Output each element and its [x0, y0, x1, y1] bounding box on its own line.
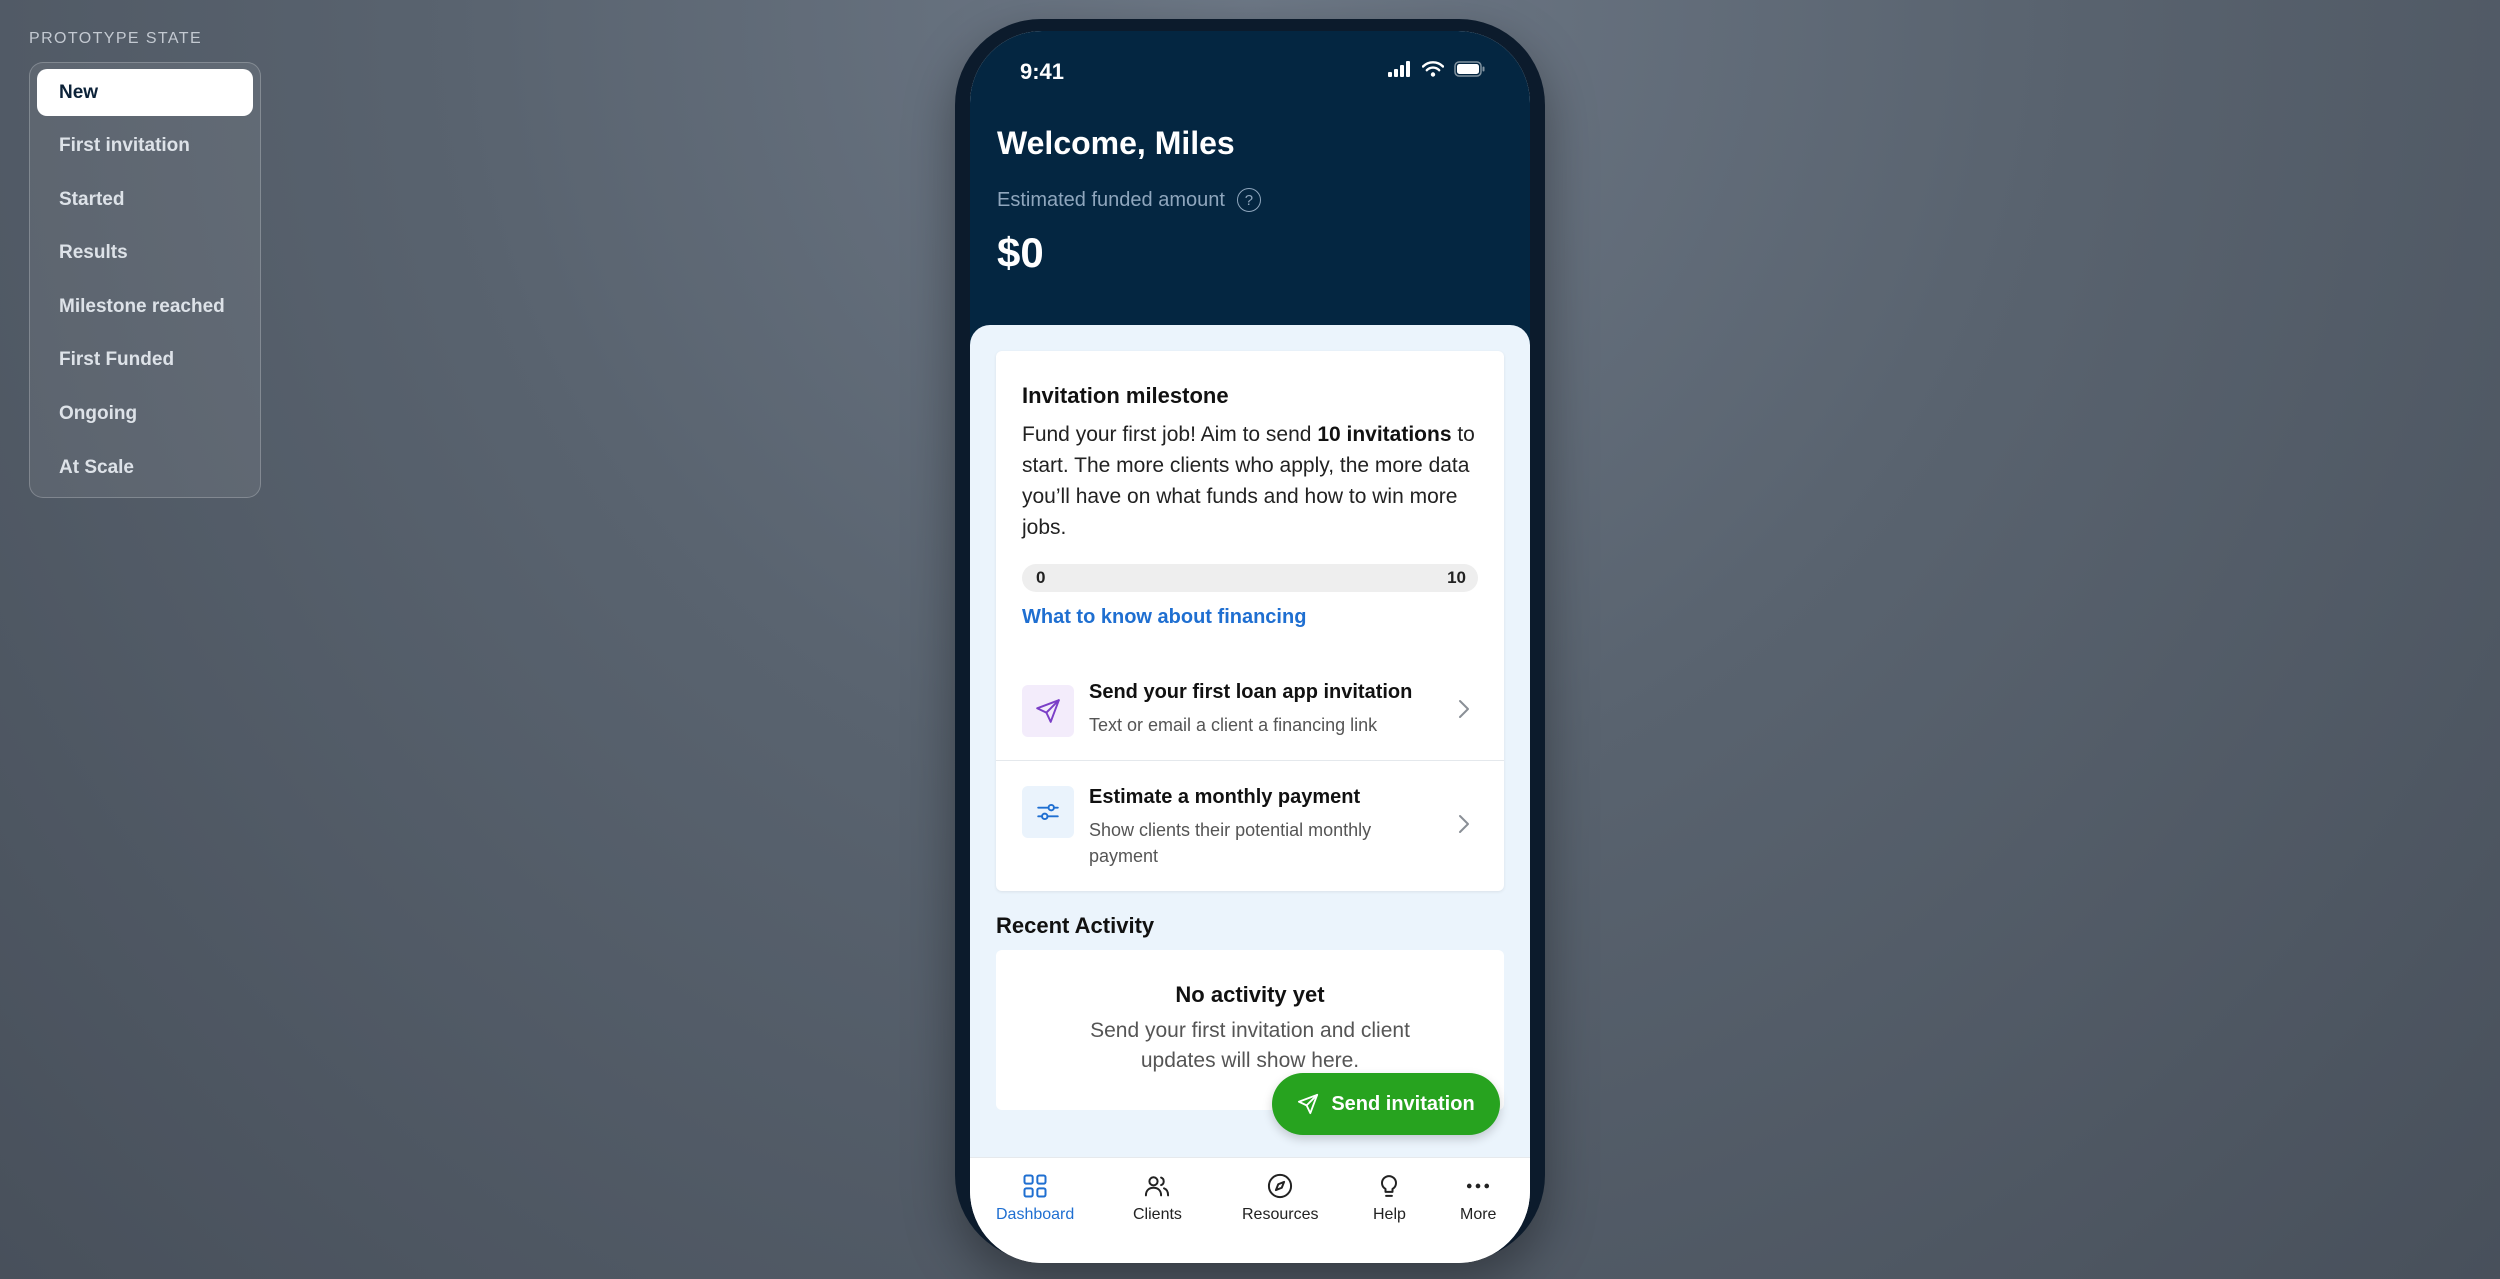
welcome-heading: Welcome, Miles [997, 125, 1235, 161]
state-first-invitation[interactable]: First invitation [37, 123, 253, 170]
recent-activity-title: Recent Activity [996, 913, 1155, 938]
chevron-right-icon [1459, 815, 1469, 833]
more-dots-icon [1467, 1183, 1490, 1189]
phone-screen: 9:41 Welcome, Miles Estimated funded amo… [970, 31, 1530, 1263]
prototype-state-label: PROTOTYPE STATE [29, 30, 203, 47]
send-invitation-text: Send your first loan app invitation Text… [1089, 681, 1419, 738]
nav-label: Dashboard [996, 1206, 1075, 1223]
action-subtitle: Text or email a client a financing link [1089, 715, 1378, 735]
grid-icon [1023, 1174, 1047, 1198]
chevron-right-icon [1459, 700, 1469, 718]
nav-more[interactable]: More [1460, 1172, 1496, 1224]
milestone-card: Invitation milestone Fund your first job… [996, 351, 1504, 891]
state-at-scale[interactable]: At Scale [37, 444, 253, 491]
milestone-text-start: Fund your first job! Aim to send [1022, 423, 1318, 446]
send-invitation-button[interactable]: Send invitation [1272, 1073, 1500, 1135]
status-icons [1388, 61, 1486, 77]
nav-resources[interactable]: Resources [1242, 1172, 1318, 1224]
bottom-nav: Dashboard Clients Resources Help More [970, 1157, 1530, 1263]
phone-frame: 9:41 Welcome, Miles Estimated funded amo… [955, 19, 1545, 1263]
milestone-description: Fund your first job! Aim to send 10 invi… [1022, 419, 1482, 543]
nav-label: Clients [1133, 1206, 1182, 1223]
people-icon [1145, 1176, 1170, 1197]
action-title: Estimate a monthly payment [1089, 786, 1361, 808]
funded-amount-value: $0 [997, 229, 1044, 276]
progress-max-label: 10 [1447, 568, 1466, 587]
lightbulb-icon [1381, 1175, 1398, 1197]
milestone-title: Invitation milestone [1022, 383, 1229, 408]
empty-state-text: Send your first invitation and client up… [1090, 1019, 1410, 1072]
nav-label: Help [1373, 1206, 1406, 1223]
financing-info-link[interactable]: What to know about financing [1022, 606, 1306, 629]
state-first-funded[interactable]: First Funded [37, 337, 253, 384]
dashboard-content: Invitation milestone Fund your first job… [970, 325, 1530, 1165]
state-milestone-reached[interactable]: Milestone reached [37, 283, 253, 330]
nav-label: More [1460, 1206, 1497, 1223]
state-results[interactable]: Results [37, 230, 253, 277]
compass-icon [1268, 1173, 1293, 1199]
estimate-payment-action[interactable]: Estimate a monthly payment Show clients … [996, 762, 1504, 890]
state-started[interactable]: Started [37, 176, 253, 223]
estimated-amount-label: Estimated funded amount [997, 188, 1225, 211]
invitation-progress-bar: 0 10 [1022, 564, 1478, 592]
state-ongoing[interactable]: Ongoing [37, 391, 253, 438]
dashboard-header: 9:41 Welcome, Miles Estimated funded amo… [970, 31, 1530, 351]
nav-label: Resources [1242, 1206, 1319, 1223]
battery-icon [1454, 61, 1485, 77]
estimate-payment-text: Estimate a monthly payment Show clients … [1089, 786, 1419, 869]
status-time: 9:41 [1020, 59, 1065, 84]
action-title: Send your first loan app invitation [1089, 681, 1413, 703]
milestone-target-count: 10 invitations [1317, 423, 1452, 446]
progress-min-label: 0 [1036, 568, 1046, 587]
sliders-icon [1022, 786, 1074, 838]
estimated-amount-row: Estimated funded amount ? [997, 188, 1261, 212]
send-invitation-label: Send invitation [1331, 1092, 1475, 1115]
empty-state-title: No activity yet [1175, 982, 1325, 1007]
paper-plane-icon [1298, 1093, 1319, 1115]
nav-help[interactable]: Help [1373, 1172, 1406, 1224]
send-invitation-action[interactable]: Send your first loan app invitation Text… [996, 661, 1504, 761]
action-subtitle: Show clients their potential monthly pay… [1089, 820, 1372, 866]
help-circle-icon[interactable]: ? [1236, 188, 1261, 212]
wifi-icon [1422, 61, 1444, 77]
signal-icon [1388, 61, 1410, 77]
paper-plane-icon [1022, 685, 1074, 737]
nav-clients[interactable]: Clients [1133, 1172, 1182, 1224]
state-new[interactable]: New [37, 69, 253, 116]
prototype-state-panel: New First invitation Started Results Mil… [29, 62, 261, 498]
nav-dashboard[interactable]: Dashboard [996, 1172, 1074, 1224]
